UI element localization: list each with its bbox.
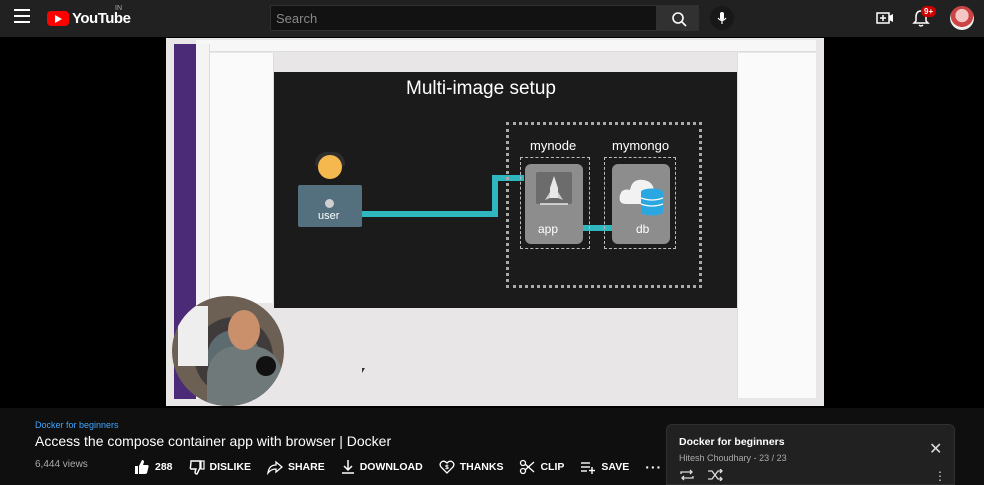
search-icon	[672, 12, 687, 27]
mouse-cursor-icon	[362, 368, 365, 373]
share-icon	[267, 460, 283, 475]
mynode-label: mynode	[530, 138, 577, 153]
slide-title: Multi-image setup	[406, 78, 556, 99]
user-label: user	[318, 210, 340, 222]
app-label: app	[538, 222, 559, 236]
playlist-position: 23 / 23	[759, 453, 787, 463]
svg-text:$: $	[445, 464, 449, 471]
cloud-database-icon	[619, 179, 664, 216]
notification-badge: 9+	[921, 6, 937, 17]
youtube-logo[interactable]: YouTube IN	[47, 5, 131, 27]
share-button[interactable]: SHARE	[267, 459, 325, 475]
country-code: IN	[115, 5, 122, 12]
thanks-button[interactable]: $ THANKS	[439, 459, 504, 475]
connection-wire	[362, 211, 498, 217]
search-input[interactable]: Search	[270, 5, 657, 31]
design-tool-toolbar	[196, 40, 816, 52]
menu-icon[interactable]	[14, 9, 30, 23]
download-icon	[341, 460, 354, 474]
playlist-author[interactable]: Hitesh Choudhary	[679, 453, 751, 463]
thanks-label: THANKS	[459, 461, 504, 473]
share-label: SHARE	[287, 461, 325, 473]
dislike-button[interactable]: DISLIKE	[189, 459, 251, 475]
loop-icon[interactable]	[679, 469, 695, 481]
rocket-icon	[536, 172, 572, 205]
super-thanks-icon: $	[439, 460, 455, 474]
like-count: 288	[155, 461, 173, 473]
presenter-webcam	[172, 296, 284, 406]
save-label: SAVE	[601, 461, 630, 473]
save-button[interactable]: SAVE	[580, 459, 629, 475]
account-avatar[interactable]	[950, 6, 974, 30]
shuffle-icon[interactable]	[707, 469, 723, 481]
design-tool-assets-panel	[210, 53, 274, 303]
more-actions-icon[interactable]: ···	[645, 459, 662, 475]
dislike-label: DISLIKE	[209, 461, 251, 473]
whiteboard	[178, 306, 208, 366]
search-button[interactable]	[657, 5, 699, 31]
close-icon[interactable]: ✕	[929, 439, 942, 459]
like-button[interactable]: 288	[134, 459, 173, 475]
logo-text: YouTube	[72, 9, 131, 27]
db-label: db	[636, 222, 650, 236]
youtube-play-icon	[47, 10, 69, 26]
mic-icon	[717, 12, 727, 24]
scissors-icon	[520, 459, 535, 475]
design-tool-properties-panel	[737, 53, 816, 398]
view-count: 6,444 views	[35, 459, 88, 470]
clip-label: CLIP	[540, 461, 565, 473]
laptop-logo-icon	[325, 199, 334, 208]
playlist-panel-title[interactable]: Docker for beginners	[679, 436, 785, 448]
mymongo-label: mymongo	[612, 138, 670, 153]
microphone-icon	[256, 356, 276, 376]
playlist-more-icon[interactable]: ⋮	[934, 469, 946, 483]
connection-wire	[492, 175, 498, 217]
playlist-link[interactable]: Docker for beginners	[35, 420, 119, 430]
download-label: DOWNLOAD	[359, 461, 423, 473]
playlist-panel-meta: Hitesh Choudhary - 23 / 23	[679, 453, 787, 463]
thumbs-up-icon	[135, 460, 149, 474]
clip-button[interactable]: CLIP	[519, 459, 564, 475]
video-title: Access the compose container app with br…	[35, 433, 392, 449]
presenter-body	[207, 346, 282, 406]
thumbs-down-icon	[189, 460, 205, 475]
create-video-icon[interactable]	[876, 10, 894, 31]
top-bar: YouTube IN Search 9+	[0, 0, 984, 37]
video-actions: 288 DISLIKE SHARE DOWNLOAD $ THANKS CLIP…	[134, 458, 662, 476]
playlist-panel: Docker for beginners Hitesh Choudhary - …	[666, 424, 955, 485]
user-head	[318, 155, 342, 179]
download-button[interactable]: DOWNLOAD	[341, 459, 423, 475]
presenter-face	[228, 310, 260, 350]
add-to-playlist-icon	[581, 462, 596, 474]
voice-search-button[interactable]	[710, 6, 734, 30]
